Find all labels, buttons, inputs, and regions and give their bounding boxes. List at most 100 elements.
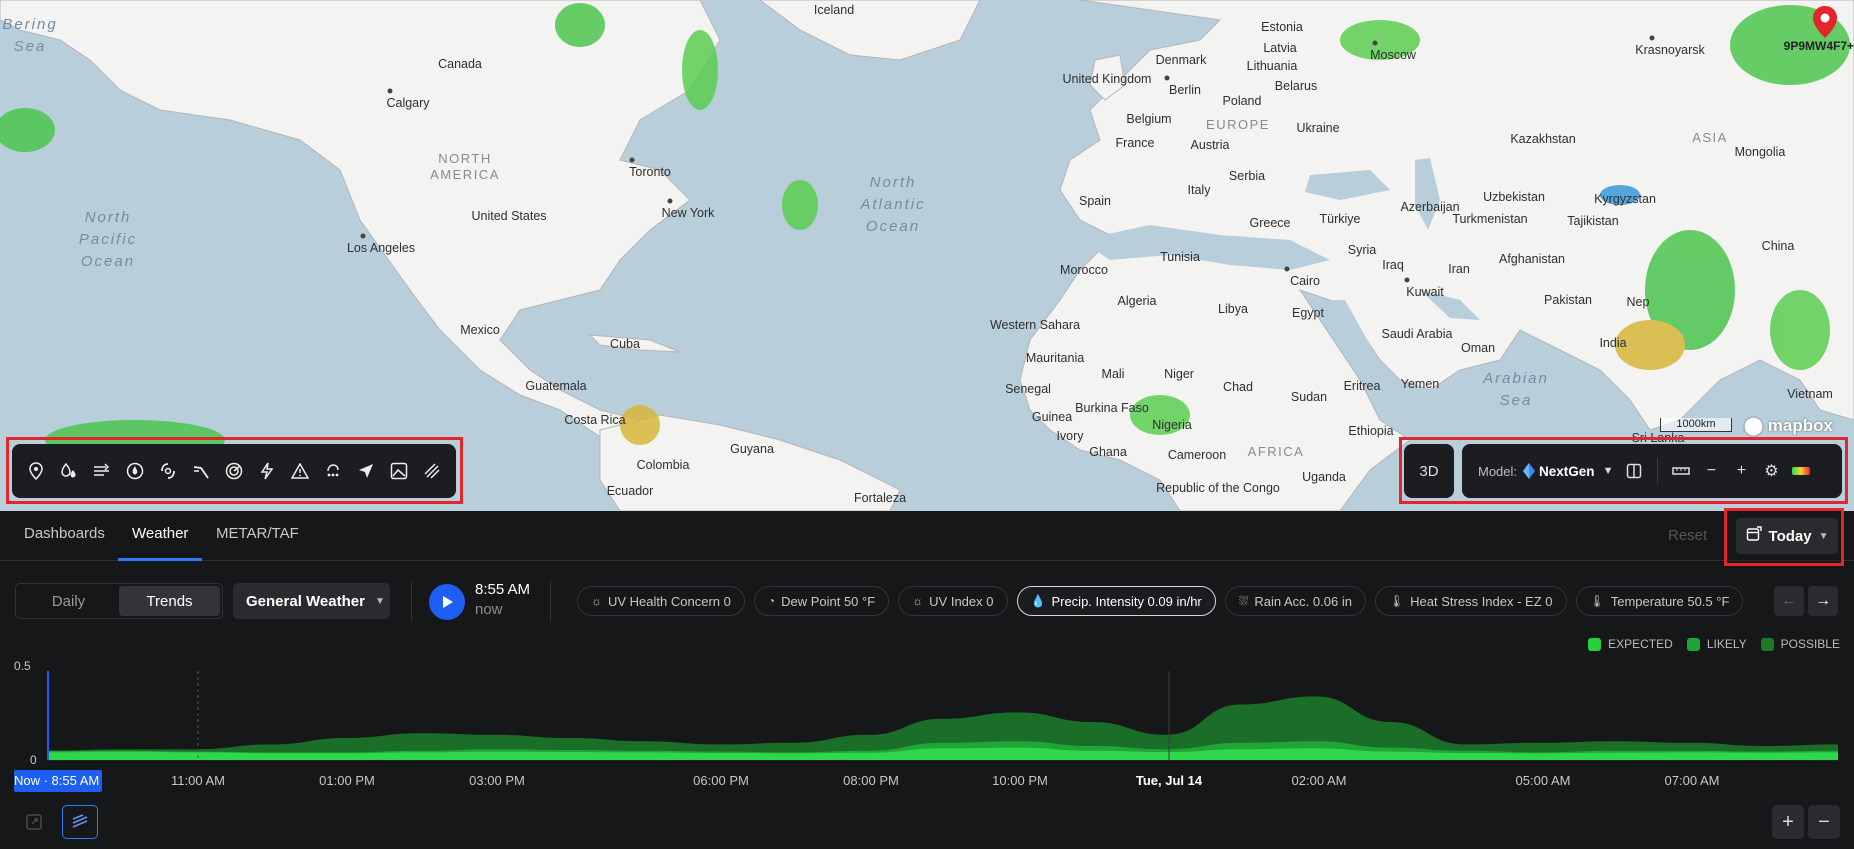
warning-icon[interactable] bbox=[283, 455, 316, 488]
layers-stack-icon[interactable] bbox=[62, 805, 98, 839]
map-label-tajikistan: Tajikistan bbox=[1567, 214, 1619, 228]
sun-icon: ☼ bbox=[912, 594, 924, 608]
arrow-left-icon[interactable]: ← bbox=[1774, 586, 1804, 616]
now-marker-badge: Now · 8:55 AM bbox=[14, 770, 102, 792]
map-label-india: India bbox=[1599, 336, 1627, 350]
waves-icon[interactable] bbox=[415, 455, 448, 488]
thermometer-icon: 🌡 bbox=[1589, 594, 1605, 608]
map-label-guinea: Guinea bbox=[1031, 410, 1073, 424]
map-label-congo: Republic of the Congo bbox=[1156, 481, 1280, 495]
map-label-morocco: Morocco bbox=[1060, 263, 1108, 277]
weather-map[interactable]: Bering Sea North Pacific Ocean North Atlan… bbox=[0, 0, 1854, 511]
daily-toggle[interactable]: Daily bbox=[18, 586, 119, 616]
map-label-nepal: Nep bbox=[1626, 295, 1650, 309]
droplets-icon[interactable] bbox=[53, 455, 86, 488]
parameter-chip[interactable]: ◔ Dew Point 50 °F bbox=[753, 586, 890, 616]
map-label-guyana: Guyana bbox=[730, 442, 774, 456]
airplane-icon[interactable] bbox=[349, 455, 382, 488]
model-select[interactable]: NextGen bbox=[1539, 464, 1595, 479]
dewpoint-icon: ◔ bbox=[767, 594, 776, 608]
parameter-chip[interactable]: 💧 Precip. Intensity 0.09 in/hr bbox=[1016, 586, 1216, 616]
color-scale-icon[interactable] bbox=[1786, 456, 1816, 486]
city-marker bbox=[1284, 266, 1290, 272]
precip-trend-chart[interactable] bbox=[0, 651, 1854, 791]
map-pin-icon[interactable] bbox=[20, 455, 53, 488]
zoom-out-icon[interactable]: − bbox=[1696, 456, 1726, 486]
map-label-costa-rica: Costa Rica bbox=[564, 413, 626, 427]
hurricane-icon[interactable] bbox=[152, 455, 185, 488]
map-label-estonia: Estonia bbox=[1261, 20, 1303, 34]
chart-legend: EXPECTED LIKELY POSSIBLE bbox=[1588, 637, 1840, 651]
map-label-lithuania: Lithuania bbox=[1246, 59, 1298, 73]
3d-toggle-button[interactable]: 3D bbox=[1404, 444, 1454, 498]
turbulence-icon[interactable] bbox=[185, 455, 218, 488]
map-label-united-states: United States bbox=[471, 209, 547, 223]
map-label-ethiopia: Ethiopia bbox=[1348, 424, 1394, 438]
legend-item[interactable]: EXPECTED bbox=[1588, 637, 1673, 651]
dataset-select[interactable]: General Weather ▼ bbox=[233, 583, 390, 619]
map-label-eritrea: Eritrea bbox=[1343, 379, 1381, 393]
today-label: Today bbox=[1768, 527, 1812, 545]
tab-metar-taf[interactable]: METAR/TAF bbox=[216, 525, 299, 542]
map-label-pakistan: Pakistan bbox=[1544, 293, 1592, 307]
map-label-yemen: Yemen bbox=[1400, 377, 1440, 391]
divider bbox=[411, 581, 412, 621]
parameter-chip[interactable]: ☼ UV Health Concern 0 bbox=[577, 586, 745, 616]
export-icon[interactable] bbox=[18, 806, 50, 838]
map-label-iceland: Iceland bbox=[813, 3, 855, 17]
fire-icon[interactable] bbox=[119, 455, 152, 488]
air-quality-icon[interactable] bbox=[316, 455, 349, 488]
map-label-china: China bbox=[1761, 239, 1795, 253]
map-label-asia: ASIA bbox=[1692, 130, 1728, 145]
trends-toggle[interactable]: Trends bbox=[119, 586, 220, 616]
sun-icon: ☼ bbox=[591, 594, 602, 608]
map-label-mauritania: Mauritania bbox=[1025, 351, 1085, 365]
map-label-sudan: Sudan bbox=[1290, 390, 1328, 404]
city-marker bbox=[1372, 40, 1378, 46]
thermometer-icon: 🌡 bbox=[1388, 594, 1405, 608]
map-label-libya: Libya bbox=[1218, 302, 1248, 316]
map-label-arabian: Arabian Sea bbox=[1483, 370, 1549, 409]
chip-label: Heat Stress Index - EZ 0 bbox=[1410, 593, 1553, 609]
map-label-chad: Chad bbox=[1223, 380, 1253, 394]
radar-icon[interactable] bbox=[218, 455, 251, 488]
location-pin-icon[interactable] bbox=[1808, 6, 1842, 43]
x-tick-label: 10:00 PM bbox=[992, 773, 1048, 788]
x-tick-label: 11:00 AM bbox=[171, 773, 225, 788]
image-icon[interactable] bbox=[382, 455, 415, 488]
map-label-egypt: Egypt bbox=[1292, 306, 1324, 320]
ruler-icon[interactable] bbox=[1666, 456, 1696, 486]
legend-item[interactable]: LIKELY bbox=[1686, 637, 1747, 651]
play-button[interactable] bbox=[429, 584, 465, 620]
today-dropdown[interactable]: Today ▼ bbox=[1736, 518, 1838, 554]
legend-label: EXPECTED bbox=[1608, 637, 1673, 651]
city-marker bbox=[629, 157, 635, 163]
tab-dashboards[interactable]: Dashboards bbox=[24, 525, 105, 542]
bottom-panel: Dashboards Weather METAR/TAF Reset Today… bbox=[0, 508, 1854, 849]
map-label-africa: AFRICA bbox=[1247, 444, 1305, 459]
map-label-krasnoyarsk: Krasnoyarsk bbox=[1635, 43, 1705, 57]
chart-zoom-out-button[interactable]: − bbox=[1808, 805, 1840, 839]
map-label-new-york: New York bbox=[661, 206, 715, 220]
map-label-italy: Italy bbox=[1187, 183, 1211, 197]
arrow-right-icon[interactable]: → bbox=[1808, 586, 1838, 616]
mapbox-attribution[interactable]: ⬤ mapbox bbox=[1744, 416, 1833, 436]
parameter-chip[interactable]: 🌡 Temperature 50.5 °F bbox=[1575, 586, 1744, 616]
legend-item[interactable]: POSSIBLE bbox=[1760, 637, 1840, 651]
map-label-mexico: Mexico bbox=[460, 323, 500, 337]
chart-zoom-in-button[interactable]: + bbox=[1772, 805, 1804, 839]
map-label-france: France bbox=[1115, 136, 1155, 150]
lightning-icon[interactable] bbox=[250, 455, 283, 488]
map-label-ukraine: Ukraine bbox=[1296, 121, 1340, 135]
split-view-icon[interactable] bbox=[1619, 456, 1649, 486]
chevron-down-icon[interactable]: ▼ bbox=[1603, 465, 1614, 477]
parameter-chip[interactable]: ⛆ Rain Acc. 0.06 in bbox=[1224, 586, 1366, 616]
parameter-chip[interactable]: ☼ UV Index 0 bbox=[898, 586, 1008, 616]
reset-button[interactable]: Reset bbox=[1668, 527, 1707, 544]
zoom-in-icon[interactable]: + bbox=[1726, 456, 1756, 486]
tab-weather[interactable]: Weather bbox=[132, 525, 188, 542]
wind-icon[interactable] bbox=[86, 455, 119, 488]
gear-icon[interactable]: ⚙ bbox=[1756, 456, 1786, 486]
x-tick-label: Tue, Jul 14 bbox=[1135, 773, 1203, 788]
parameter-chip[interactable]: 🌡 Heat Stress Index - EZ 0 bbox=[1374, 586, 1567, 616]
